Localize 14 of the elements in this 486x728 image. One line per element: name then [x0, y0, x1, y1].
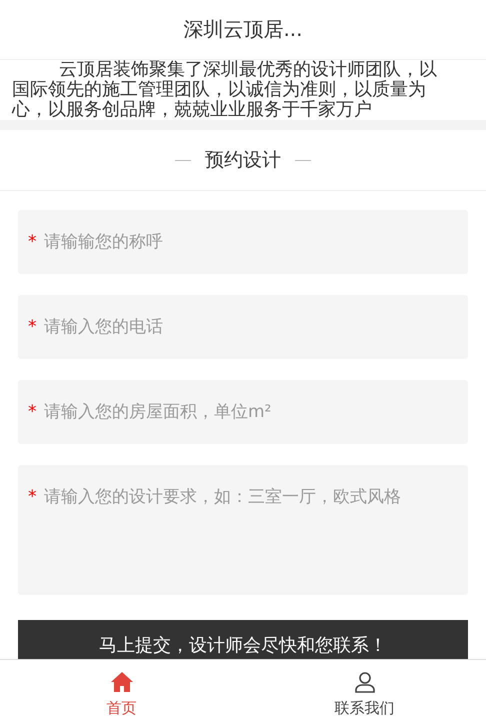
nav-tab[interactable]: 首页 — [0, 660, 243, 728]
required-mark: * — [28, 401, 36, 424]
required-mark: * — [28, 486, 36, 509]
home-icon — [110, 670, 134, 692]
person-icon — [354, 670, 376, 692]
intro-line: 心，以服务创品牌，兢兢业业服务于千家万户 — [12, 100, 373, 120]
intro-line: 国际领先的施工管理团队，以诚信为准则，以质量为 — [12, 80, 427, 100]
required-mark: * — [28, 316, 36, 339]
intro-line: 云顶居装饰聚集了深圳最优秀的设计师团队，以 — [58, 60, 438, 80]
section-title: 预约设计 — [205, 148, 281, 173]
nav-tab[interactable]: 联系我们 — [243, 660, 486, 728]
submit-button[interactable]: 马上提交，设计师会尽快和您联系！ — [18, 620, 468, 660]
required-mark: * — [28, 231, 36, 254]
page-title: 深圳云顶居... — [183, 16, 303, 43]
